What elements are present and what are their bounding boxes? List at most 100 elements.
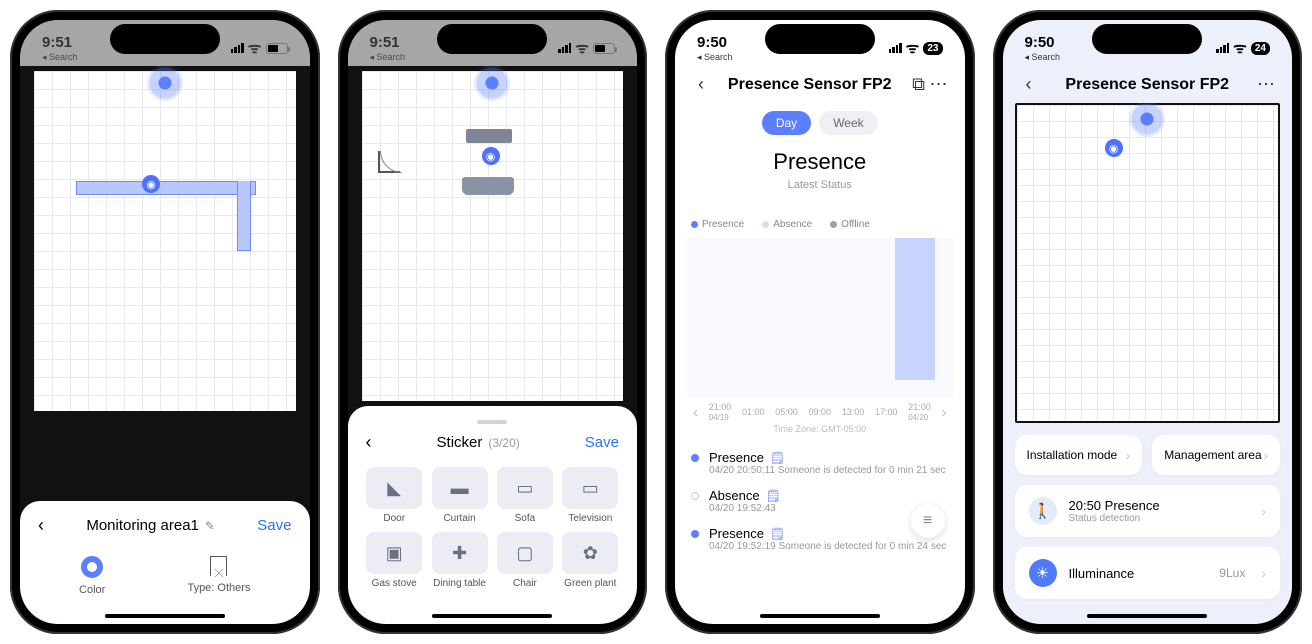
save-button[interactable]: Save — [585, 434, 619, 451]
layout-canvas[interactable]: ◉ — [362, 71, 624, 401]
more-icon[interactable]: ⋯ — [1256, 74, 1276, 95]
axis-prev-button[interactable]: ‹ — [693, 404, 698, 421]
home-indicator[interactable] — [105, 614, 225, 618]
event-row[interactable]: Presence🗒04/20 20:50:11 Someone is detec… — [691, 444, 949, 482]
bottom-sheet: ‹ Monitoring area1✎ Save Color Type: Oth… — [20, 501, 310, 624]
sofa-sticker[interactable] — [462, 177, 514, 195]
back-button[interactable]: ‹ — [366, 432, 372, 453]
back-button[interactable]: ‹ — [1019, 74, 1039, 95]
legend-dot-icon — [762, 221, 769, 228]
wifi-icon: ᯤ — [1233, 38, 1247, 58]
sticker-dining-table[interactable]: ✚Dining table — [431, 532, 488, 589]
timezone-label: Time Zone: GMT-05:00 — [675, 424, 965, 434]
signal-icon — [558, 43, 571, 53]
sofa-icon: ▭ — [497, 467, 553, 509]
person-marker-icon: ◉ — [482, 147, 500, 165]
sheet-title: Monitoring area1✎ — [86, 517, 215, 534]
sheet-title: Sticker (3/20) — [437, 434, 520, 451]
sticker-gas-stove[interactable]: ▣Gas stove — [366, 532, 423, 589]
signal-icon — [889, 43, 902, 53]
save-button[interactable]: Save — [257, 517, 291, 534]
layout-icon[interactable]: ⧉ — [909, 74, 929, 95]
wifi-icon: ᯤ — [906, 38, 920, 58]
home-indicator[interactable] — [432, 614, 552, 618]
status-time: 9:51 — [370, 34, 406, 51]
illuminance-icon: ☀ — [1029, 559, 1057, 587]
home-indicator[interactable] — [1087, 614, 1207, 618]
door-sticker[interactable] — [378, 151, 400, 173]
back-search[interactable]: ◂ Search — [1025, 52, 1061, 63]
sensor-beacon-icon — [147, 65, 183, 101]
wifi-icon: ᯤ — [248, 38, 262, 58]
event-list[interactable]: Presence🗒04/20 20:50:11 Someone is detec… — [675, 434, 965, 568]
event-row[interactable]: Absence🗒04/20 19:52:43 — [691, 482, 949, 520]
legend-dot-icon — [691, 221, 698, 228]
illuminance-card[interactable]: ☀ Illuminance 9Lux › — [1015, 547, 1281, 599]
event-dot-icon — [691, 492, 699, 500]
type-option[interactable]: Type: Others — [187, 556, 250, 596]
chart-bar — [895, 238, 935, 380]
menu-icon: ≡ — [923, 512, 932, 530]
home-indicator[interactable] — [760, 614, 880, 618]
zone-shape[interactable] — [76, 181, 256, 195]
installation-mode-button[interactable]: Installation mode› — [1015, 435, 1143, 475]
sensor-beacon-icon — [474, 65, 510, 101]
door-icon: ◣ — [366, 467, 422, 509]
event-dot-icon — [691, 530, 699, 538]
signal-icon — [1216, 43, 1229, 53]
back-button[interactable]: ‹ — [691, 74, 711, 95]
zone-canvas[interactable]: ◉ — [34, 71, 296, 411]
edit-icon[interactable]: ✎ — [205, 519, 215, 533]
battery-icon — [266, 43, 288, 54]
axis-next-button[interactable]: › — [941, 404, 946, 421]
sticker-television[interactable]: ▭Television — [562, 467, 619, 524]
plant-icon: ✿ — [562, 532, 618, 574]
event-row[interactable]: Presence🗒04/20 19:52:19 Someone is detec… — [691, 520, 949, 558]
color-option[interactable]: Color — [79, 556, 105, 596]
status-caption: Latest Status — [675, 179, 965, 191]
person-icon: 🚶 — [1029, 497, 1057, 525]
note-icon[interactable]: 🗒 — [766, 489, 781, 503]
chair-icon: ▢ — [497, 532, 553, 574]
sticker-curtain[interactable]: ▬Curtain — [431, 467, 488, 524]
note-icon[interactable]: 🗒 — [770, 451, 785, 465]
presence-card[interactable]: 🚶 20:50 PresenceStatus detection › — [1015, 485, 1281, 537]
color-swatch-icon — [81, 556, 103, 578]
phone-4: 9:50◂ Search ᯤ24 ‹ Presence Sensor FP2 ⋯… — [993, 10, 1303, 634]
back-search[interactable]: ◂ Search — [697, 52, 733, 63]
note-icon[interactable]: 🗒 — [770, 527, 785, 541]
range-tabs: Day Week — [675, 103, 965, 149]
drag-handle[interactable] — [477, 420, 507, 424]
menu-fab[interactable]: ≡ — [911, 504, 945, 538]
tab-day[interactable]: Day — [762, 111, 811, 135]
zone-shape[interactable] — [237, 181, 251, 251]
back-search[interactable]: ◂ Search — [370, 52, 406, 63]
legend-dot-icon — [830, 221, 837, 228]
curtain-icon: ▬ — [432, 467, 488, 509]
bookmark-icon — [210, 556, 227, 576]
battery-icon: 23 — [923, 42, 942, 55]
chevron-right-icon: › — [1261, 503, 1266, 519]
back-search[interactable]: ◂ Search — [42, 52, 78, 63]
page-header: ‹ Presence Sensor FP2 ⋯ — [1003, 66, 1293, 103]
phone-2: 9:51◂ Search ᯤ ◉ ‹ Sticker (3/20) Save ◣… — [338, 10, 648, 634]
tv-icon: ▭ — [562, 467, 618, 509]
curtain-sticker[interactable] — [466, 129, 512, 143]
phone-1: 9:51◂ Search ᯤ ◉ ‹ Monitoring area1✎ Sav… — [10, 10, 320, 634]
sticker-door[interactable]: ◣Door — [366, 467, 423, 524]
sticker-chair[interactable]: ▢Chair — [496, 532, 553, 589]
chevron-right-icon: › — [1261, 565, 1266, 581]
more-icon[interactable]: ⋯ — [929, 74, 949, 95]
chart-axis: ‹ 21:0004/19 01:0005:0009:0013:0017:00 2… — [675, 398, 965, 426]
phone-3: 9:50◂ Search ᯤ23 ‹ Presence Sensor FP2 ⧉… — [665, 10, 975, 634]
presence-chart[interactable] — [687, 238, 953, 398]
sticker-sofa[interactable]: ▭Sofa — [496, 467, 553, 524]
back-button[interactable]: ‹ — [38, 515, 44, 536]
tab-week[interactable]: Week — [819, 111, 877, 135]
room-map[interactable]: ◉ — [1015, 103, 1281, 423]
management-area-button[interactable]: Management area› — [1152, 435, 1280, 475]
sticker-green-plant[interactable]: ✿Green plant — [562, 532, 619, 589]
illuminance-value: 9Lux — [1219, 566, 1245, 580]
table-icon: ✚ — [432, 532, 488, 574]
sensor-beacon-icon — [1129, 103, 1165, 137]
